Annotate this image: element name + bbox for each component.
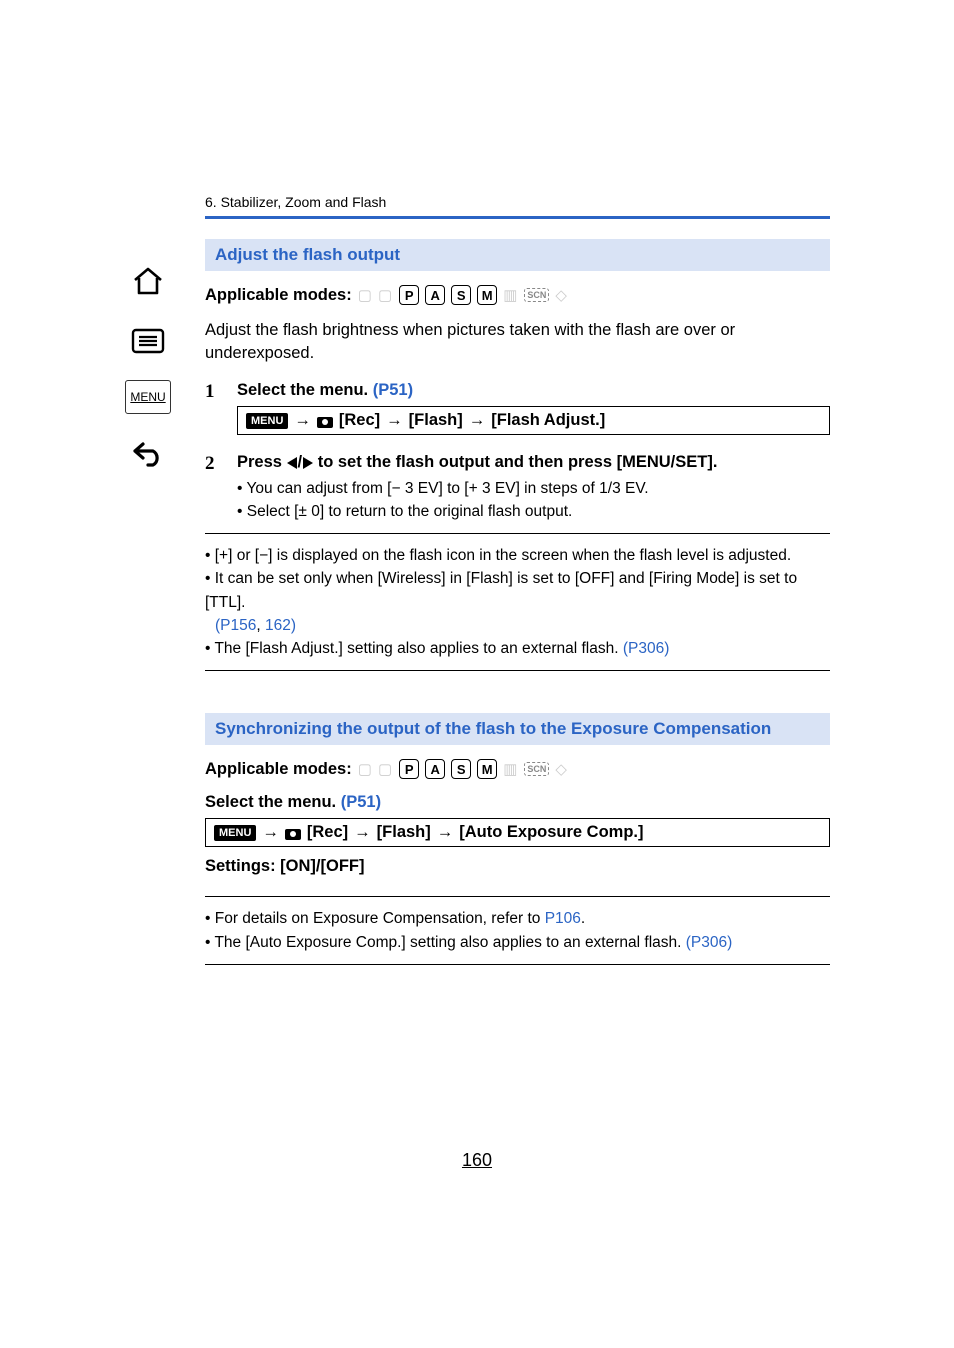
path-flash: [Flash] bbox=[377, 823, 431, 842]
mode-m: M bbox=[477, 759, 497, 779]
toc-icon[interactable] bbox=[125, 320, 171, 362]
right-arrow-icon bbox=[303, 457, 313, 469]
chapter-header: 6. Stabilizer, Zoom and Flash bbox=[205, 194, 830, 213]
section1-intro: Adjust the flash brightness when picture… bbox=[205, 319, 830, 365]
mode-ia-icon: ▢ ▢ bbox=[358, 286, 394, 304]
mode-movie-icon: ▥ bbox=[503, 286, 518, 304]
step-2-text-pre: Press bbox=[237, 453, 287, 471]
note-3: The [Flash Adjust.] setting also applies… bbox=[205, 637, 830, 660]
applicable-modes-row-2: Applicable modes: ▢ ▢ P A S M ▥ SCN ◇ bbox=[205, 759, 830, 779]
section-title-sync-flash: Synchronizing the output of the flash to… bbox=[205, 713, 830, 745]
arrow-icon: → bbox=[437, 823, 454, 842]
section-title-adjust-flash: Adjust the flash output bbox=[205, 239, 830, 271]
modes-label: Applicable modes: bbox=[205, 286, 352, 305]
step-2-title: Press / to set the flash output and then… bbox=[237, 453, 830, 472]
s2-note-1-post: . bbox=[581, 910, 585, 927]
path-flash: [Flash] bbox=[409, 411, 463, 430]
mode-a: A bbox=[425, 759, 445, 779]
note-2: It can be set only when [Wireless] in [F… bbox=[205, 567, 830, 637]
s2-note-1-pre: For details on Exposure Compensation, re… bbox=[215, 910, 545, 927]
arrow-icon: → bbox=[386, 411, 403, 430]
modes-label: Applicable modes: bbox=[205, 760, 352, 779]
s2-note-2-link[interactable]: (P306) bbox=[686, 934, 733, 951]
page-number: 160 bbox=[0, 1150, 954, 1171]
arrow-icon: → bbox=[294, 411, 311, 430]
menu-icon[interactable]: MENU bbox=[125, 380, 171, 414]
menu-path-2: MENU → [Rec] → [Flash] → [Auto Exposure … bbox=[205, 818, 830, 847]
section2-select-menu: Select the menu. (P51) bbox=[205, 793, 830, 812]
step-2-text-post: to set the flash output and then press [… bbox=[313, 453, 717, 471]
mode-p: P bbox=[399, 285, 419, 305]
back-icon[interactable] bbox=[125, 432, 171, 474]
section2-notes: For details on Exposure Compensation, re… bbox=[205, 896, 830, 965]
menu-chip-icon: MENU bbox=[246, 413, 288, 429]
step-1-title: Select the menu. (P51) bbox=[237, 381, 830, 400]
path-rec: [Rec] bbox=[307, 823, 348, 842]
mode-scn: SCN bbox=[524, 288, 549, 302]
note-1: [+] or [−] is displayed on the flash ico… bbox=[205, 544, 830, 567]
mode-creative-icon: ◇ bbox=[555, 760, 568, 778]
page-content: 6. Stabilizer, Zoom and Flash Adjust the… bbox=[205, 194, 830, 965]
s2-note-1: For details on Exposure Compensation, re… bbox=[205, 907, 830, 930]
camera-icon bbox=[317, 414, 333, 428]
camera-icon bbox=[285, 826, 301, 840]
arrow-icon: → bbox=[262, 823, 279, 842]
mode-a: A bbox=[425, 285, 445, 305]
step-2-bullet-1: You can adjust from [− 3 EV] to [+ 3 EV]… bbox=[237, 478, 830, 500]
note-2-text: It can be set only when [Wireless] in [F… bbox=[205, 570, 797, 610]
s2-note-2-pre: The [Auto Exposure Comp.] setting also a… bbox=[214, 934, 685, 951]
arrow-icon: → bbox=[354, 823, 371, 842]
step-2-bullet-2: Select [± 0] to return to the original f… bbox=[237, 501, 830, 523]
path-flash-adjust: [Flash Adjust.] bbox=[491, 411, 605, 430]
step-1-text: Select the menu. bbox=[237, 381, 373, 399]
path-auto-exposure: [Auto Exposure Comp.] bbox=[459, 823, 643, 842]
menu-chip-icon: MENU bbox=[214, 825, 256, 841]
note-2-link-b[interactable]: 162) bbox=[265, 617, 296, 634]
mode-creative-icon: ◇ bbox=[555, 286, 568, 304]
s2-note-2: The [Auto Exposure Comp.] setting also a… bbox=[205, 931, 830, 954]
path-rec: [Rec] bbox=[339, 411, 380, 430]
step-2-sublist: You can adjust from [− 3 EV] to [+ 3 EV]… bbox=[237, 478, 830, 523]
mode-scn: SCN bbox=[524, 762, 549, 776]
mode-s: S bbox=[451, 285, 471, 305]
home-icon[interactable] bbox=[125, 260, 171, 302]
mode-s: S bbox=[451, 759, 471, 779]
sidebar-nav: MENU bbox=[120, 260, 176, 474]
select-text: Select the menu. bbox=[205, 793, 341, 811]
settings-line: Settings: [ON]/[OFF] bbox=[205, 857, 830, 876]
mode-p: P bbox=[399, 759, 419, 779]
s2-note-1-link[interactable]: P106 bbox=[545, 910, 581, 927]
step-1-number: 1 bbox=[205, 381, 223, 445]
mode-ia-icon: ▢ ▢ bbox=[358, 760, 394, 778]
applicable-modes-row: Applicable modes: ▢ ▢ P A S M ▥ SCN ◇ bbox=[205, 285, 830, 305]
step-2-number: 2 bbox=[205, 453, 223, 523]
menu-label: MENU bbox=[130, 390, 165, 404]
select-link[interactable]: (P51) bbox=[341, 793, 381, 811]
left-arrow-icon bbox=[287, 457, 297, 469]
note-3-link[interactable]: (P306) bbox=[623, 640, 670, 657]
mode-movie-icon: ▥ bbox=[503, 760, 518, 778]
chapter-rule bbox=[205, 216, 830, 219]
step-2: 2 Press / to set the flash output and th… bbox=[205, 453, 830, 523]
section1-notes: [+] or [−] is displayed on the flash ico… bbox=[205, 533, 830, 671]
menu-path-1: MENU → [Rec] → [Flash] → [Flash Adjust.] bbox=[237, 406, 830, 435]
step-1-link[interactable]: (P51) bbox=[373, 381, 413, 399]
note-3-text: The [Flash Adjust.] setting also applies… bbox=[214, 640, 622, 657]
note-2-link-a[interactable]: (P156 bbox=[215, 617, 256, 634]
step-1: 1 Select the menu. (P51) MENU → [Rec] → … bbox=[205, 381, 830, 445]
mode-m: M bbox=[477, 285, 497, 305]
arrow-icon: → bbox=[469, 411, 486, 430]
